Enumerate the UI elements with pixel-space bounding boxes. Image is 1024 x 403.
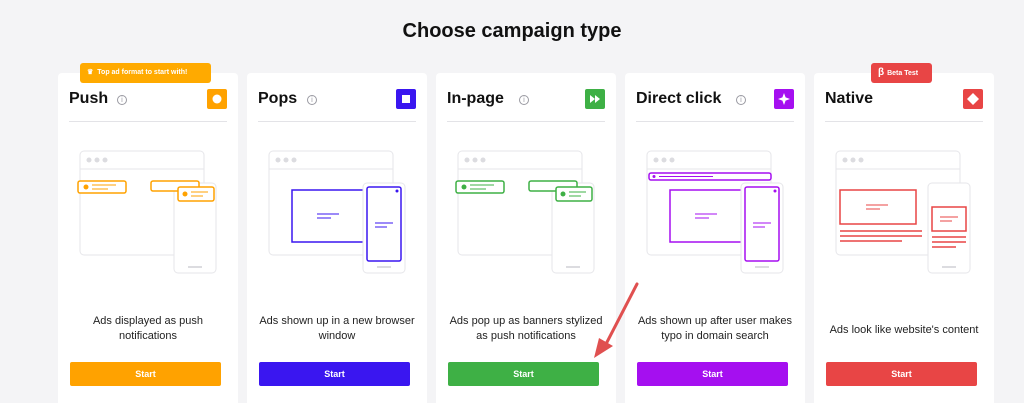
- pops-illustration: [255, 143, 419, 283]
- direct-click-illustration: [633, 143, 797, 283]
- campaign-card-native: Native Ads look like website's content S…: [814, 73, 994, 403]
- card-description: Ads displayed as push notifications: [92, 315, 204, 342]
- start-button-direct-click[interactable]: Start: [637, 362, 788, 386]
- start-button-pops[interactable]: Start: [259, 362, 410, 386]
- push-illustration: [66, 143, 230, 283]
- card-header: Native: [825, 86, 983, 122]
- card-description: Ads shown up after user makes typo in do…: [637, 315, 793, 342]
- card-title: Pops: [258, 90, 298, 107]
- beta-test-badge: β Beta Test: [871, 63, 932, 83]
- start-button-in-page[interactable]: Start: [448, 362, 599, 386]
- card-header: Pops i: [258, 86, 416, 122]
- card-title: Native: [825, 90, 874, 107]
- info-icon[interactable]: i: [736, 95, 746, 105]
- card-description: Ads shown up in a new browser window: [259, 315, 415, 342]
- card-title: In-page: [447, 90, 504, 107]
- info-icon[interactable]: i: [519, 95, 529, 105]
- diamond-icon: [963, 89, 983, 109]
- start-button-push[interactable]: Start: [70, 362, 221, 386]
- crown-icon: ♛: [87, 69, 94, 76]
- circle-icon: [207, 89, 227, 109]
- start-button-native[interactable]: Start: [826, 362, 977, 386]
- campaign-card-pops: Pops i Ads shown up in a new browser win…: [247, 73, 427, 403]
- beta-test-badge-label: Beta Test: [887, 70, 919, 77]
- top-format-badge-label: Top ad format to start with!: [97, 69, 188, 76]
- card-header: Direct click i: [636, 86, 794, 122]
- fast-forward-icon: [585, 89, 605, 109]
- campaign-card-direct-click: Direct click i Ads shown up after user m…: [625, 73, 805, 403]
- campaign-card-push: Push i Ads displayed as push notificatio…: [58, 73, 238, 403]
- card-header: Push i: [69, 86, 227, 122]
- in-page-illustration: [444, 143, 608, 283]
- page-title: Choose campaign type: [402, 20, 622, 42]
- pointer-arrow-icon: [594, 282, 639, 358]
- sparkle-icon: [774, 89, 794, 109]
- info-icon[interactable]: i: [117, 95, 127, 105]
- beta-symbol: β: [878, 67, 885, 78]
- native-illustration: [822, 143, 986, 283]
- top-format-badge: ♛ Top ad format to start with!: [80, 63, 211, 83]
- card-title: Direct click: [636, 90, 722, 107]
- card-header: In-page i: [447, 86, 605, 122]
- card-description: Ads look like website's content: [829, 324, 979, 336]
- info-icon[interactable]: i: [307, 95, 317, 105]
- square-icon: [396, 89, 416, 109]
- card-description: Ads pop up as banners stylized as push n…: [449, 315, 603, 342]
- card-title: Push: [69, 90, 109, 107]
